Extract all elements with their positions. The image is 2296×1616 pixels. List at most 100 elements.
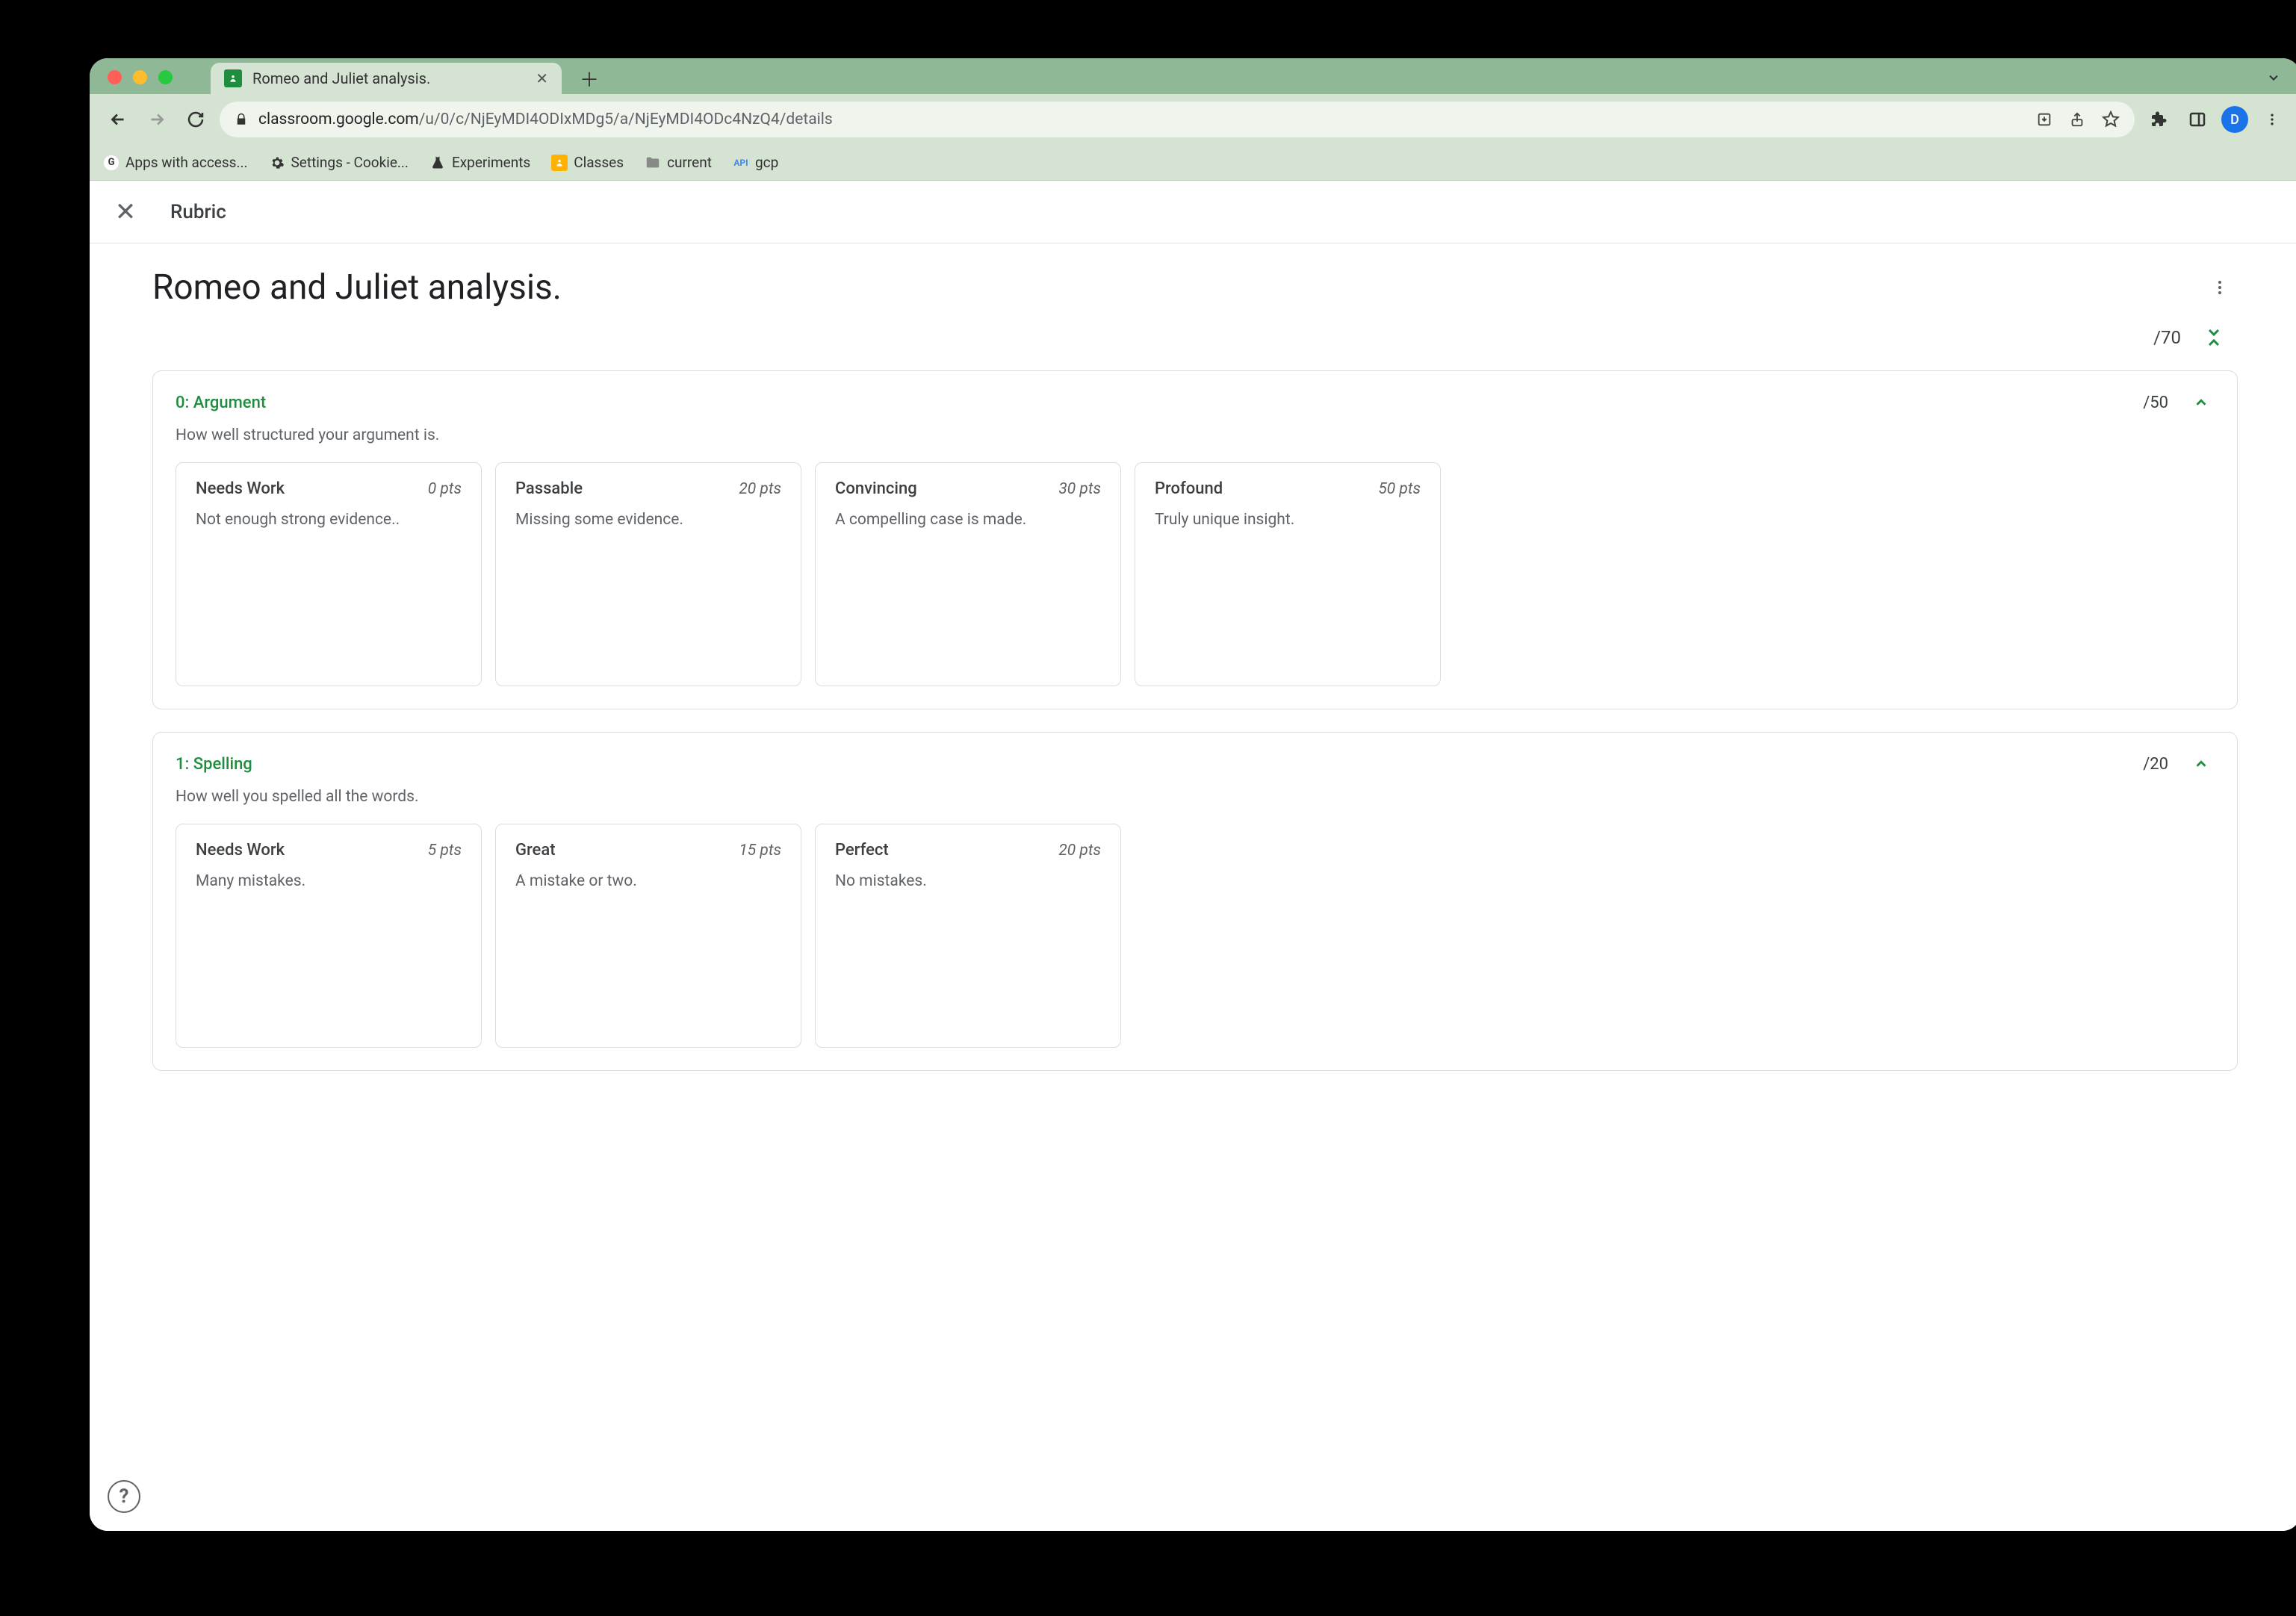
level-name: Perfect	[835, 841, 889, 860]
total-points: /70	[2153, 327, 2181, 348]
tab-title: Romeo and Juliet analysis.	[252, 69, 525, 87]
url-text: classroom.google.com/u/0/c/NjEyMDI4ODIxM…	[258, 111, 833, 128]
criterion-header: 1: Spelling/20	[176, 750, 2215, 777]
bookmark-settings-cookie[interactable]: Settings - Cookie...	[269, 154, 409, 171]
level-card[interactable]: Passable20 pts Missing some evidence.	[495, 462, 801, 686]
address-bar-actions	[2036, 111, 2120, 128]
level-name: Needs Work	[196, 479, 285, 498]
total-row: /70	[152, 323, 2238, 352]
lock-icon	[235, 113, 248, 126]
level-header: Passable20 pts	[515, 479, 781, 498]
bookmark-apps-access[interactable]: G Apps with access...	[103, 154, 248, 171]
classroom-favicon-icon	[224, 69, 242, 87]
reload-button[interactable]	[181, 105, 211, 134]
criterion-description: How well you spelled all the words.	[176, 788, 2215, 806]
tab-strip: Romeo and Juliet analysis. ✕ ＋	[211, 58, 604, 94]
levels-row: Needs Work 0 pts Not enough strong evidenc…	[176, 462, 2215, 686]
level-name: Convincing	[835, 479, 917, 498]
criterion: 0: Argument/50 How well structured your a…	[152, 370, 2238, 709]
level-header: Perfect 20 pts	[835, 841, 1101, 860]
profile-avatar[interactable]: D	[2221, 106, 2248, 133]
level-name: Needs Work	[196, 841, 285, 860]
criterion-name: 0: Argument	[176, 394, 266, 412]
chrome-menu-icon[interactable]	[2257, 105, 2287, 134]
level-header: Profound 50 pts	[1155, 479, 1421, 498]
level-card[interactable]: Needs Work 5 pts Many mistakes.	[176, 824, 482, 1048]
install-app-icon[interactable]	[2036, 111, 2053, 128]
google-favicon-icon: G	[103, 155, 120, 171]
criterion-collapse-button[interactable]	[2188, 750, 2215, 777]
level-description: Truly unique insight.	[1155, 509, 1421, 532]
help-button[interactable]: ?	[108, 1480, 140, 1513]
bookmark-experiments[interactable]: Experiments	[429, 154, 530, 171]
bookmark-gcp[interactable]: API gcp	[733, 154, 778, 171]
window-close-button[interactable]	[108, 70, 122, 84]
window-minimize-button[interactable]	[133, 70, 147, 84]
back-button[interactable]	[103, 105, 133, 134]
tab-strip-bar: Romeo and Juliet analysis. ✕ ＋	[90, 58, 2296, 94]
level-header: Convincing 30 pts	[835, 479, 1101, 498]
close-rubric-button[interactable]: ✕	[111, 197, 140, 227]
assignment-title: Romeo and Juliet analysis.	[152, 267, 562, 308]
level-points: 15 pts	[739, 842, 781, 860]
criterion-points: /50	[2143, 394, 2168, 412]
criterion-collapse-button[interactable]	[2188, 389, 2215, 416]
level-description: A mistake or two.	[515, 870, 781, 894]
criterion-name: 1: Spelling	[176, 755, 252, 774]
level-card[interactable]: Needs Work 0 pts Not enough strong evidenc…	[176, 462, 482, 686]
new-tab-button[interactable]: ＋	[575, 64, 604, 93]
page-content: ✕ Rubric Romeo and Juliet analysis. /70 …	[90, 181, 2296, 1531]
level-points: 20 pts	[1058, 842, 1101, 860]
tab-close-icon[interactable]: ✕	[536, 69, 548, 87]
level-name: Great	[515, 841, 556, 860]
share-icon[interactable]	[2069, 111, 2085, 128]
level-description: Many mistakes.	[196, 870, 462, 894]
address-bar[interactable]: classroom.google.com/u/0/c/NjEyMDI4ODIxM…	[220, 102, 2135, 137]
bookmark-current[interactable]: current	[645, 154, 712, 171]
collapse-all-button[interactable]	[2199, 323, 2229, 352]
tabs-dropdown-icon[interactable]	[2266, 70, 2281, 85]
level-description: No mistakes.	[835, 870, 1101, 894]
level-header: Needs Work 0 pts	[196, 479, 462, 498]
window-maximize-button[interactable]	[158, 70, 173, 84]
criterion-points: /20	[2143, 755, 2168, 774]
api-icon: API	[733, 155, 749, 171]
bookmark-star-icon[interactable]	[2102, 111, 2120, 128]
level-points: 50 pts	[1378, 480, 1421, 498]
level-points: 30 pts	[1058, 480, 1101, 498]
level-card[interactable]: Great 15 pts A mistake or two.	[495, 824, 801, 1048]
level-card[interactable]: Convincing 30 pts A compelling case is mad…	[815, 462, 1121, 686]
level-header: Needs Work 5 pts	[196, 841, 462, 860]
criterion-header-right: /20	[2143, 750, 2215, 777]
rubric-content: Romeo and Juliet analysis. /70 0: Argume…	[90, 243, 2296, 1117]
browser-tab[interactable]: Romeo and Juliet analysis. ✕	[211, 63, 562, 94]
classroom-icon	[551, 155, 568, 171]
more-options-button[interactable]	[2202, 270, 2238, 305]
folder-icon	[645, 155, 661, 171]
level-name: Profound	[1155, 479, 1223, 498]
extensions-icon[interactable]	[2144, 105, 2174, 134]
level-description: Not enough strong evidence..	[196, 509, 462, 532]
level-card[interactable]: Perfect 20 pts No mistakes.	[815, 824, 1121, 1048]
browser-toolbar: classroom.google.com/u/0/c/NjEyMDI4ODIxM…	[90, 94, 2296, 145]
level-header: Great 15 pts	[515, 841, 781, 860]
rubric-header-bar: ✕ Rubric	[90, 181, 2296, 243]
criterion-description: How well structured your argument is.	[176, 426, 2215, 444]
window-controls	[108, 70, 173, 84]
title-row: Romeo and Juliet analysis.	[152, 267, 2238, 308]
browser-window: Romeo and Juliet analysis. ✕ ＋ classroom…	[90, 58, 2296, 1531]
level-description: Missing some evidence.	[515, 509, 781, 532]
levels-row: Needs Work 5 pts Many mistakes. Great 15 pts…	[176, 824, 2215, 1048]
level-points: 0 pts	[428, 480, 462, 498]
level-points: 20 pts	[739, 480, 781, 498]
level-card[interactable]: Profound 50 pts Truly unique insight.	[1135, 462, 1441, 686]
criterion: 1: Spelling/20 How well you spelled all t…	[152, 732, 2238, 1071]
rubric-label: Rubric	[170, 201, 226, 223]
side-panel-icon[interactable]	[2182, 105, 2212, 134]
bookmarks-bar: G Apps with access... Settings - Cookie.…	[90, 145, 2296, 181]
forward-button[interactable]	[142, 105, 172, 134]
bookmark-classes[interactable]: Classes	[551, 154, 624, 171]
level-points: 5 pts	[428, 842, 462, 860]
gear-icon	[269, 155, 285, 171]
level-description: A compelling case is made.	[835, 509, 1101, 532]
